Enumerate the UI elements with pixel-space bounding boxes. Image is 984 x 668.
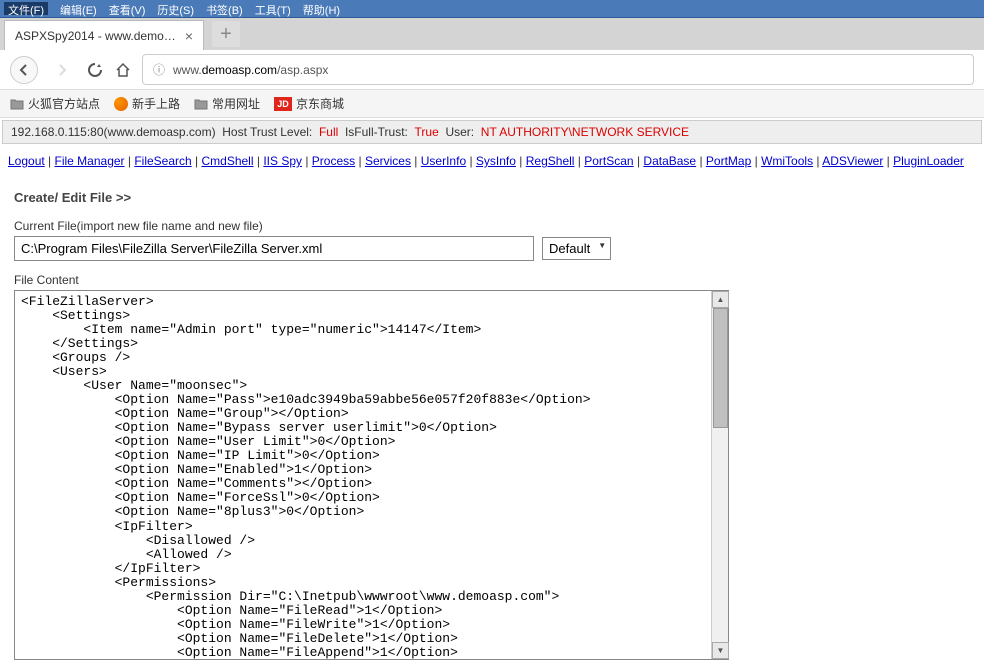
form-title: Create/ Edit File >> [14, 190, 970, 205]
bookmark-common-urls[interactable]: 常用网址 [194, 95, 260, 112]
menu-edit[interactable]: 编辑(E) [60, 2, 97, 15]
nav-link-process[interactable]: Process [312, 154, 355, 168]
home-button[interactable] [114, 61, 132, 79]
url-text: www.demoasp.com/asp.aspx [173, 63, 328, 77]
nav-link-portscan[interactable]: PortScan [584, 154, 633, 168]
nav-link-userinfo[interactable]: UserInfo [421, 154, 466, 168]
tab-close-icon[interactable]: × [185, 28, 193, 44]
file-content-textarea[interactable]: <FileZillaServer> <Settings> <Item name=… [14, 290, 729, 660]
bookmarks-bar: 火狐官方站点 新手上路 常用网址 JD 京东商城 [0, 90, 984, 118]
scroll-thumb[interactable] [713, 308, 728, 428]
nav-link-sysinfo[interactable]: SysInfo [476, 154, 516, 168]
current-file-input[interactable] [14, 236, 534, 261]
nav-link-portmap[interactable]: PortMap [706, 154, 751, 168]
forward-button [48, 56, 76, 84]
jd-icon: JD [274, 97, 292, 111]
nav-link-filesearch[interactable]: FileSearch [134, 154, 191, 168]
arrow-left-icon [16, 62, 32, 78]
menu-view[interactable]: 查看(V) [109, 2, 146, 15]
new-tab-button[interactable]: + [212, 21, 240, 47]
scroll-up-button[interactable]: ▲ [712, 291, 729, 308]
page-content: 192.168.0.115:80(www.demoasp.com) Host T… [0, 120, 984, 668]
arrow-right-icon [54, 62, 70, 78]
nav-link-wmitools[interactable]: WmiTools [761, 154, 813, 168]
bookmark-newbie[interactable]: 新手上路 [114, 95, 180, 112]
site-info-icon[interactable]: ⓘ [153, 61, 165, 78]
nav-link-services[interactable]: Services [365, 154, 411, 168]
browser-menu-bar: 文件(F) 编辑(E) 查看(V) 历史(S) 书签(B) 工具(T) 帮助(H… [0, 0, 984, 18]
bookmark-firefox-official[interactable]: 火狐官方站点 [10, 95, 100, 112]
trust-value: Full [319, 125, 338, 139]
menu-history[interactable]: 历史(S) [157, 2, 194, 15]
reload-icon [86, 61, 104, 79]
folder-icon [194, 98, 208, 110]
nav-link-iis-spy[interactable]: IIS Spy [263, 154, 302, 168]
menu-file[interactable]: 文件(F) [4, 2, 48, 15]
home-icon [114, 61, 132, 79]
reload-button[interactable] [86, 61, 104, 79]
file-content-text[interactable]: <FileZillaServer> <Settings> <Item name=… [15, 291, 713, 659]
tab-strip: ASPXSpy2014 - www.demoasp.c × + [0, 18, 984, 50]
nav-link-database[interactable]: DataBase [643, 154, 696, 168]
trust-label: Host Trust Level: [222, 125, 312, 139]
isfull-value: True [415, 125, 439, 139]
file-content-label: File Content [14, 273, 970, 287]
menu-tools[interactable]: 工具(T) [255, 2, 291, 15]
user-value: NT AUTHORITY\NETWORK SERVICE [481, 125, 689, 139]
back-button[interactable] [10, 56, 38, 84]
file-edit-form: Create/ Edit File >> Current File(import… [0, 182, 984, 668]
url-bar[interactable]: ⓘ www.demoasp.com/asp.aspx [142, 54, 974, 85]
function-nav: Logout | File Manager | FileSearch | Cmd… [0, 150, 984, 172]
isfull-label: IsFull-Trust: [345, 125, 408, 139]
encoding-select[interactable]: Default [542, 237, 611, 260]
nav-link-adsviewer[interactable]: ADSViewer [822, 154, 883, 168]
nav-bar: ⓘ www.demoasp.com/asp.aspx [0, 50, 984, 90]
nav-link-file-manager[interactable]: File Manager [55, 154, 125, 168]
current-file-label: Current File(import new file name and ne… [14, 219, 970, 233]
bookmark-jd[interactable]: JD 京东商城 [274, 95, 344, 112]
nav-link-logout[interactable]: Logout [8, 154, 45, 168]
browser-tab[interactable]: ASPXSpy2014 - www.demoasp.c × [4, 20, 204, 50]
nav-link-cmdshell[interactable]: CmdShell [201, 154, 253, 168]
user-label: User: [445, 125, 474, 139]
tab-title: ASPXSpy2014 - www.demoasp.c [15, 29, 177, 43]
menu-bookmarks[interactable]: 书签(B) [206, 2, 243, 15]
vertical-scrollbar[interactable]: ▲ ▼ [711, 291, 728, 659]
nav-link-pluginloader[interactable]: PluginLoader [893, 154, 964, 168]
host-address: 192.168.0.115:80(www.demoasp.com) [11, 125, 216, 139]
folder-icon [10, 98, 24, 110]
host-info-bar: 192.168.0.115:80(www.demoasp.com) Host T… [2, 120, 982, 144]
nav-link-regshell[interactable]: RegShell [526, 154, 575, 168]
firefox-icon [114, 97, 128, 111]
scroll-down-button[interactable]: ▼ [712, 642, 729, 659]
menu-help[interactable]: 帮助(H) [303, 2, 340, 15]
